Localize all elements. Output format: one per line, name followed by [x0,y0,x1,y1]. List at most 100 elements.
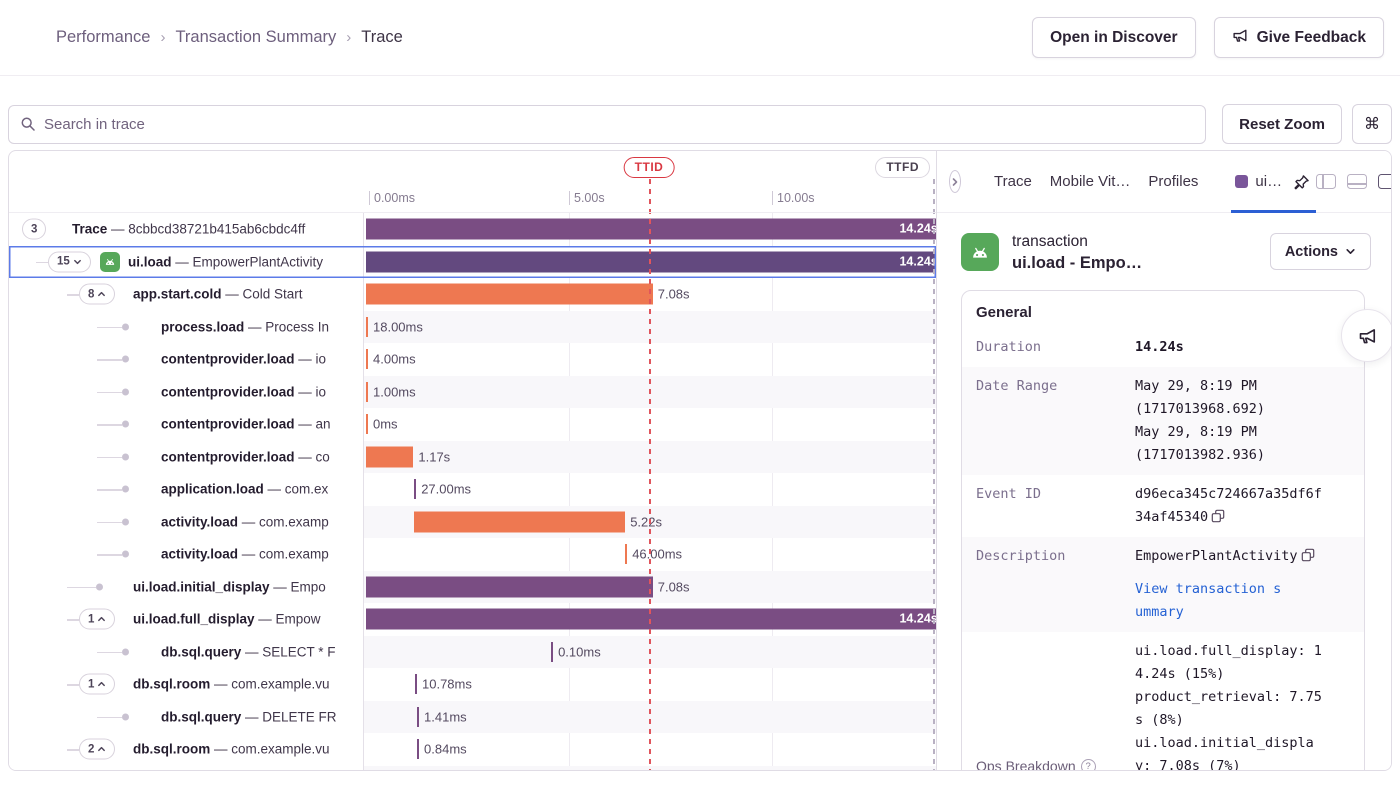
tree-dot [122,356,129,363]
keyboard-shortcuts-button[interactable]: ⌘ [1352,104,1392,144]
collapse-panel-button[interactable] [949,170,961,193]
transaction-header: transaction ui.load - Empo… Actions [937,213,1391,273]
kv-value: 14.24s [1135,336,1325,359]
tab-trace[interactable]: Trace [994,173,1032,190]
trace-row-chart-cell: 1.41ms [364,701,936,734]
span-count-badge[interactable]: 8 [79,284,115,305]
span-bar [366,576,653,597]
breadcrumb-trace: Trace [361,28,403,47]
breadcrumb-transaction-summary[interactable]: Transaction Summary [175,28,336,47]
layout-bottom-icon[interactable] [1347,174,1367,189]
tab-mobile-vit-[interactable]: Mobile Vit… [1050,173,1131,190]
feedback-floating-button[interactable] [1341,309,1392,362]
trace-view: 0.00ms 5.00s 10.00s TTID TTFD 3Trace — 8… [8,150,1392,771]
reset-zoom-button[interactable]: Reset Zoom [1222,104,1342,144]
span-count-badge[interactable]: 2 [79,739,115,760]
span-count-badge[interactable]: 1 [79,674,115,695]
trace-row[interactable]: activity.load — com.examp 5.22s [9,506,936,539]
trace-row-chart-cell: 14.24s [364,213,936,246]
span-op-name: contentprovider.load [161,417,295,432]
trace-row[interactable]: 8app.start.cold — Cold Start7.08s [9,278,936,311]
ttfd-badge[interactable]: TTFD [875,157,930,178]
ttid-badge[interactable]: TTID [624,157,675,178]
general-section-card: General Duration14.24sDate RangeMay 29, … [961,290,1365,770]
span-description: — Process In [244,319,329,334]
tree-connector [97,489,122,491]
trace-row-tree-cell: 2db.sql.room — com.example.vu [9,733,364,766]
give-feedback-button[interactable]: Give Feedback [1214,17,1384,58]
kv-label: Date Range [976,375,1135,467]
trace-row-tree-cell: 1ui.load.full_display — Empow [9,603,364,636]
span-duration: 0.84ms [424,742,467,757]
trace-row[interactable]: process.load — Process In18.00ms [9,311,936,344]
span-op-name: activity.load [161,547,238,562]
span-description: — an [295,417,331,432]
span-op-name: ui.load.full_display [133,612,255,627]
span-op-name: ui.load.initial_display [133,579,270,594]
span-description: — Empo [270,579,326,594]
span-count: 8 [88,288,94,300]
breadcrumb-separator-icon: › [346,29,351,46]
trace-row[interactable]: application.load — com.ex27.00ms [9,473,936,506]
megaphone-icon [1232,27,1249,49]
kv-value: ui.load.full_display: 14.24s (15%)produc… [1135,640,1325,770]
tree-dot [122,648,129,655]
span-count: 2 [88,743,94,755]
tree-dot [122,518,129,525]
trace-row[interactable]: contentprovider.load — co1.17s [9,441,936,474]
trace-row-chart-cell: 0ms [364,408,936,441]
span-count-badge[interactable]: 3 [22,219,46,240]
tree-dot [122,323,129,330]
copy-icon[interactable] [1301,548,1315,562]
kv-value-line: May 29, 8:19 PM [1135,375,1325,398]
trace-row[interactable]: contentprovider.load — io1.00ms [9,376,936,409]
pin-tab-button[interactable] [1289,172,1312,191]
open-in-discover-button[interactable]: Open in Discover [1032,17,1195,58]
layout-left-icon[interactable] [1316,174,1336,189]
trace-row[interactable]: activity.load — com.examp46.00ms [9,538,936,571]
tab-ui-load-active[interactable]: ui… [1231,151,1316,212]
actions-button[interactable]: Actions [1270,233,1371,270]
span-duration: 18.00ms [373,319,423,334]
span-label: contentprovider.load — io [161,352,326,367]
tab-profiles[interactable]: Profiles [1148,173,1198,190]
trace-row-tree-cell: activity.load — com.examp [9,506,364,539]
trace-row[interactable]: 1db.sql.room — com.example.vu10.78ms [9,668,936,701]
span-bar [415,674,417,694]
span-count-badge[interactable]: 15 [48,251,91,272]
tree-dot [122,421,129,428]
span-count-badge[interactable]: 1 [79,609,115,630]
trace-row[interactable]: db.sql.query — DELETE FR1.41ms [9,701,936,734]
layout-right-icon[interactable] [1378,174,1392,189]
span-count: 1 [88,613,94,625]
tree-connector [97,522,122,524]
tree-connector [97,392,122,394]
megaphone-icon [1358,326,1378,346]
search-input[interactable] [44,116,1194,133]
search-box[interactable] [8,105,1206,144]
span-bar [417,707,419,727]
kv-row: Duration14.24s [962,328,1364,367]
trace-row[interactable]: contentprovider.load — an 0ms [9,408,936,441]
trace-row[interactable]: 15ui.load — EmpowerPlantActivity14.24s [9,246,936,279]
span-duration: 0.10ms [558,644,601,659]
tree-connector [97,554,122,556]
copy-icon[interactable] [1211,509,1225,523]
help-icon[interactable]: ? [1081,759,1096,770]
span-duration: 5.22s [630,514,662,529]
trace-row[interactable]: contentprovider.load — io4.00ms [9,343,936,376]
span-label: activity.load — com.examp [161,547,329,562]
trace-row[interactable]: db.sql.query — INSERT OR0.70ms [9,766,936,771]
kv-value: May 29, 8:19 PM(1717013968.692)May 29, 8… [1135,375,1325,467]
trace-row[interactable]: 2db.sql.room — com.example.vu 0.84ms [9,733,936,766]
breadcrumb-performance[interactable]: Performance [56,28,150,47]
kv-row: Event IDd96eca345c724667a35df6f34af45340 [962,475,1364,537]
trace-row[interactable]: ui.load.initial_display — Empo7.08s [9,571,936,604]
trace-row-tree-cell: db.sql.query — SELECT * F [9,636,364,669]
view-transaction-summary-link[interactable]: View transaction summary [1135,578,1285,624]
trace-row[interactable]: db.sql.query — SELECT * F 0.10ms [9,636,936,669]
trace-row-tree-cell: contentprovider.load — co [9,441,364,474]
trace-row-tree-cell: 3Trace — 8cbbcd38721b415ab6cbdc4ff [9,213,364,246]
trace-row[interactable]: 3Trace — 8cbbcd38721b415ab6cbdc4ff14.24s [9,213,936,246]
trace-row[interactable]: 1ui.load.full_display — Empow14.24s [9,603,936,636]
